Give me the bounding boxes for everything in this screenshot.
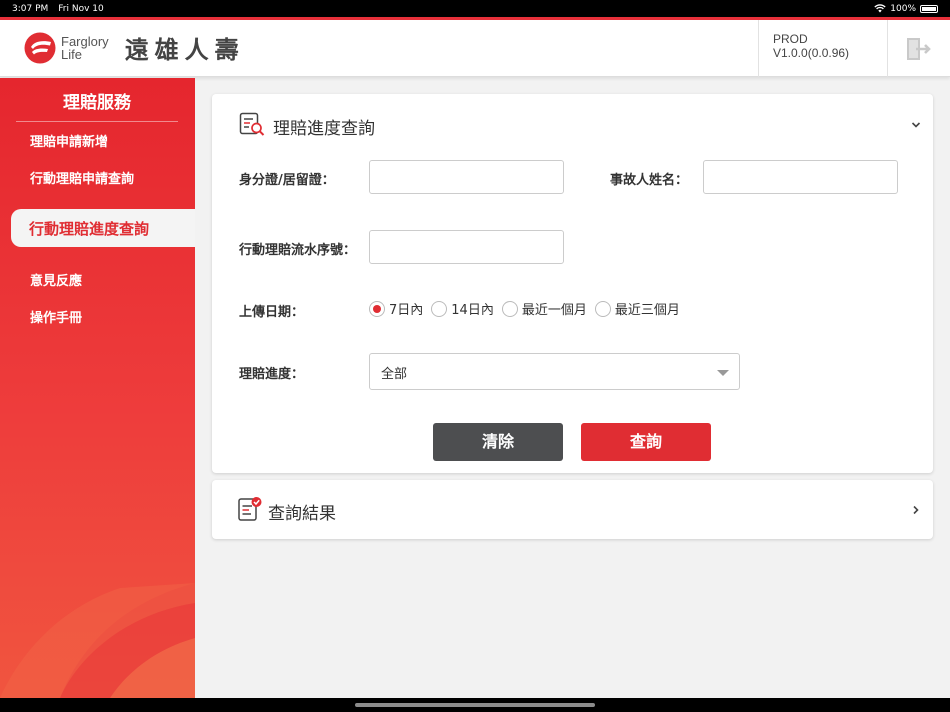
version-label: PROD V1.0.0(0.0.96) xyxy=(758,20,888,77)
query-results-card[interactable]: 查詢結果 xyxy=(212,480,933,539)
radio-last-three-months[interactable]: 最近三個月 xyxy=(594,299,680,318)
radio-last-month-label: 最近一個月 xyxy=(521,303,587,318)
sidebar-item-manual[interactable]: 操作手冊 xyxy=(30,307,82,326)
logo-chinese: 遠雄人壽 xyxy=(124,36,245,64)
query-card-title: 理賠進度查詢 xyxy=(273,119,375,139)
id-number-label: 身分證/居留證： xyxy=(239,173,335,188)
status-time: 3:07 PM xyxy=(12,3,49,14)
wifi-icon xyxy=(874,4,886,13)
insured-name-label: 事故人姓名： xyxy=(610,173,689,188)
radio-selected-icon[interactable] xyxy=(369,300,385,317)
results-card-title: 查詢結果 xyxy=(268,504,336,524)
query-button[interactable]: 查詢 xyxy=(581,423,711,461)
radio-7-days-label: 7日內 xyxy=(389,303,424,318)
id-number-input[interactable] xyxy=(369,160,564,194)
claim-progress-query-card: 理賠進度查詢 身分證/居留證： 事故人姓名： 行動理賠流水序號： 上傳日期： 7… xyxy=(212,94,933,473)
radio-14-days-label: 14日內 xyxy=(451,303,494,318)
farglory-logo-icon xyxy=(24,32,56,63)
logo-en-line1: Farglory xyxy=(61,33,109,49)
radio-last-month[interactable]: 最近一個月 xyxy=(501,299,587,318)
chevron-down-icon[interactable] xyxy=(910,119,922,131)
serial-number-label: 行動理賠流水序號： xyxy=(239,243,357,258)
sidebar-item-mobile-claim-inquiry[interactable]: 行動理賠申請查詢 xyxy=(30,168,134,187)
radio-unselected-icon[interactable] xyxy=(594,300,611,317)
claim-progress-selected: 全部 xyxy=(381,367,408,382)
dropdown-arrow-icon xyxy=(717,370,729,376)
upload-date-radio-group: 7日內 14日內 最近一個月 最近三個月 xyxy=(369,299,688,318)
radio-unselected-icon[interactable] xyxy=(431,300,448,317)
clear-button[interactable]: 清除 xyxy=(433,423,563,461)
sidebar-title: 理賠服務 xyxy=(16,88,178,122)
sidebar: 理賠服務 理賠申請新增 行動理賠申請查詢 行動理賠進度查詢 意見反應 操作手冊 xyxy=(0,78,195,698)
search-document-icon xyxy=(239,112,265,136)
serial-number-input[interactable] xyxy=(369,230,564,264)
chevron-right-icon[interactable] xyxy=(910,504,922,516)
sidebar-decoration xyxy=(0,583,195,698)
status-date: Fri Nov 10 xyxy=(58,3,104,14)
radio-7-days[interactable]: 7日內 xyxy=(369,299,423,318)
logo-en-line2: Life xyxy=(61,46,82,62)
results-document-icon xyxy=(238,497,262,521)
battery-icon xyxy=(920,4,938,13)
status-bar: 3:07 PM Fri Nov 10 100% xyxy=(0,0,950,17)
sidebar-item-new-claim[interactable]: 理賠申請新增 xyxy=(30,131,108,150)
app-header: Farglory Life 遠雄人壽 PROD V1.0.0(0.0.96) xyxy=(0,20,950,77)
logo-english: Farglory Life xyxy=(61,35,109,61)
sidebar-item-feedback[interactable]: 意見反應 xyxy=(30,270,82,289)
sidebar-item-claim-progress-active[interactable]: 行動理賠進度查詢 xyxy=(11,209,195,247)
radio-last-three-months-label: 最近三個月 xyxy=(614,303,680,318)
claim-progress-select[interactable]: 全部 xyxy=(369,353,740,390)
app-logo: Farglory Life 遠雄人壽 xyxy=(24,30,245,65)
logout-icon[interactable] xyxy=(902,34,932,64)
radio-14-days[interactable]: 14日內 xyxy=(431,299,494,318)
app-screen: 3:07 PM Fri Nov 10 100% Farglory Life 遠雄… xyxy=(0,0,950,712)
insured-name-input[interactable] xyxy=(703,160,898,194)
upload-date-label: 上傳日期： xyxy=(239,305,305,320)
radio-unselected-icon[interactable] xyxy=(501,300,518,317)
battery-percent: 100% xyxy=(890,3,916,14)
home-indicator[interactable] xyxy=(355,703,595,707)
claim-progress-label: 理賠進度： xyxy=(239,367,305,382)
